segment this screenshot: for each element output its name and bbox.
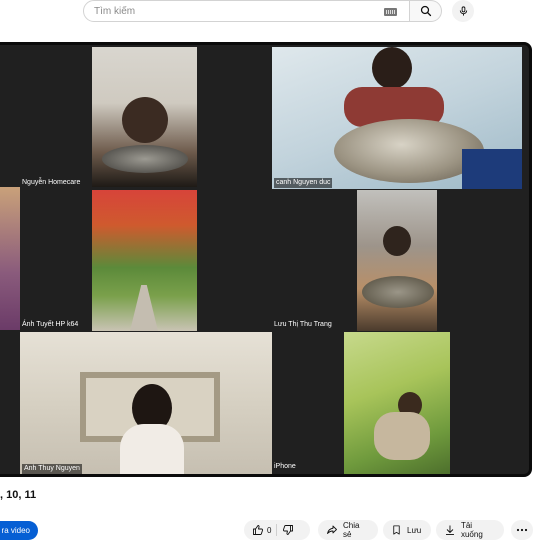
like-button[interactable]: 0 — [252, 524, 271, 536]
save-button[interactable]: Lưu — [383, 520, 431, 540]
more-actions-button[interactable] — [511, 520, 533, 540]
like-count: 0 — [267, 525, 272, 535]
share-icon — [327, 525, 337, 534]
video-title: , 10, 11 — [0, 489, 37, 501]
more-icon — [516, 528, 528, 532]
participant-label: canh Nguyen duc — [274, 178, 333, 188]
search-bar — [83, 0, 474, 22]
like-dislike-group: 0 — [244, 520, 310, 540]
like-divider — [276, 524, 278, 536]
voice-search-button[interactable] — [452, 0, 474, 22]
video-tile-bottom-left: Anh Thuy Nguyen — [20, 332, 272, 474]
participant-label: Nguyễn Homecare — [22, 179, 81, 186]
subscribe-label: ra video — [1, 526, 30, 535]
share-label: Chia sẻ — [342, 521, 360, 539]
search-button[interactable] — [410, 0, 442, 22]
participant-label: iPhone — [274, 463, 296, 470]
save-icon — [393, 525, 400, 535]
search-icon — [420, 5, 431, 17]
search-input[interactable] — [94, 5, 374, 17]
download-label: Tải xuống — [460, 521, 483, 539]
participant-label: Anh Thuy Nguyen — [22, 464, 82, 474]
participant-label: Ánh Tuyết HP k64 — [22, 321, 79, 328]
download-button[interactable]: Tải xuống — [436, 520, 504, 540]
like-icon — [253, 525, 264, 535]
keyboard-icon[interactable] — [384, 8, 397, 16]
download-icon — [445, 525, 454, 535]
save-label: Lưu — [407, 525, 422, 535]
subscribe-button[interactable]: ra video — [0, 521, 38, 540]
video-tile-middle-left — [92, 190, 197, 331]
video-tile-top-right: canh Nguyen duc — [272, 47, 522, 189]
share-button[interactable]: Chia sẻ — [318, 520, 378, 540]
video-tile-partial-left — [0, 187, 20, 330]
search-field[interactable] — [83, 0, 410, 22]
mic-icon — [459, 6, 467, 16]
video-tile-middle-right — [357, 190, 437, 331]
page: canh Nguyen duc Nguyễn Homecare Ánh Tuyế… — [0, 0, 540, 540]
video-tile-top-middle — [92, 47, 197, 187]
video-tile-bottom-right — [344, 332, 450, 474]
dislike-icon — [283, 525, 294, 535]
video-player[interactable]: canh Nguyen duc Nguyễn Homecare Ánh Tuyế… — [0, 42, 532, 477]
dislike-button[interactable] — [282, 524, 294, 536]
participant-label: Lưu Thị Thu Trang — [274, 321, 332, 328]
